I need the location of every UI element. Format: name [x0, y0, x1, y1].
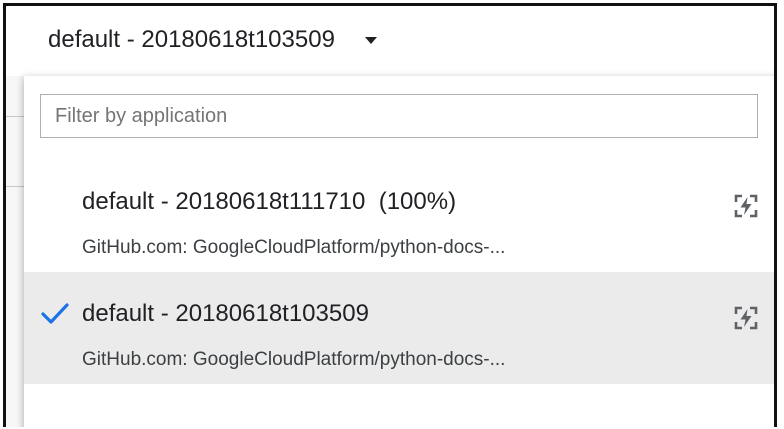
- version-selector[interactable]: default - 20180618t103509: [48, 20, 377, 60]
- dropdown-arrow-icon[interactable]: [364, 36, 377, 44]
- top-bar: default - 20180618t103509: [6, 6, 774, 76]
- filter-input[interactable]: [40, 94, 758, 138]
- version-list-item[interactable]: default - 20180618t111710 (100%) GitHub.…: [24, 160, 774, 272]
- version-dropdown-menu: default - 20180618t111710 (100%) GitHub.…: [24, 76, 774, 427]
- version-selector-label: default - 20180618t103509: [48, 26, 335, 53]
- version-title: default - 20180618t111710 (100%): [82, 188, 457, 215]
- background-divider: [6, 116, 24, 117]
- version-source: GitHub.com: GoogleCloudPlatform/python-d…: [82, 349, 506, 370]
- flash-on-icon[interactable]: [734, 306, 758, 330]
- version-list-item-selected[interactable]: default - 20180618t103509 GitHub.com: Go…: [24, 272, 774, 384]
- version-source: GitHub.com: GoogleCloudPlatform/python-d…: [82, 237, 506, 258]
- version-title: default - 20180618t103509: [82, 300, 369, 327]
- flash-on-icon[interactable]: [734, 194, 758, 218]
- app-window: default - 20180618t103509 default - 2018…: [3, 3, 777, 427]
- checkmark-icon: [41, 303, 69, 324]
- background-divider: [6, 186, 24, 187]
